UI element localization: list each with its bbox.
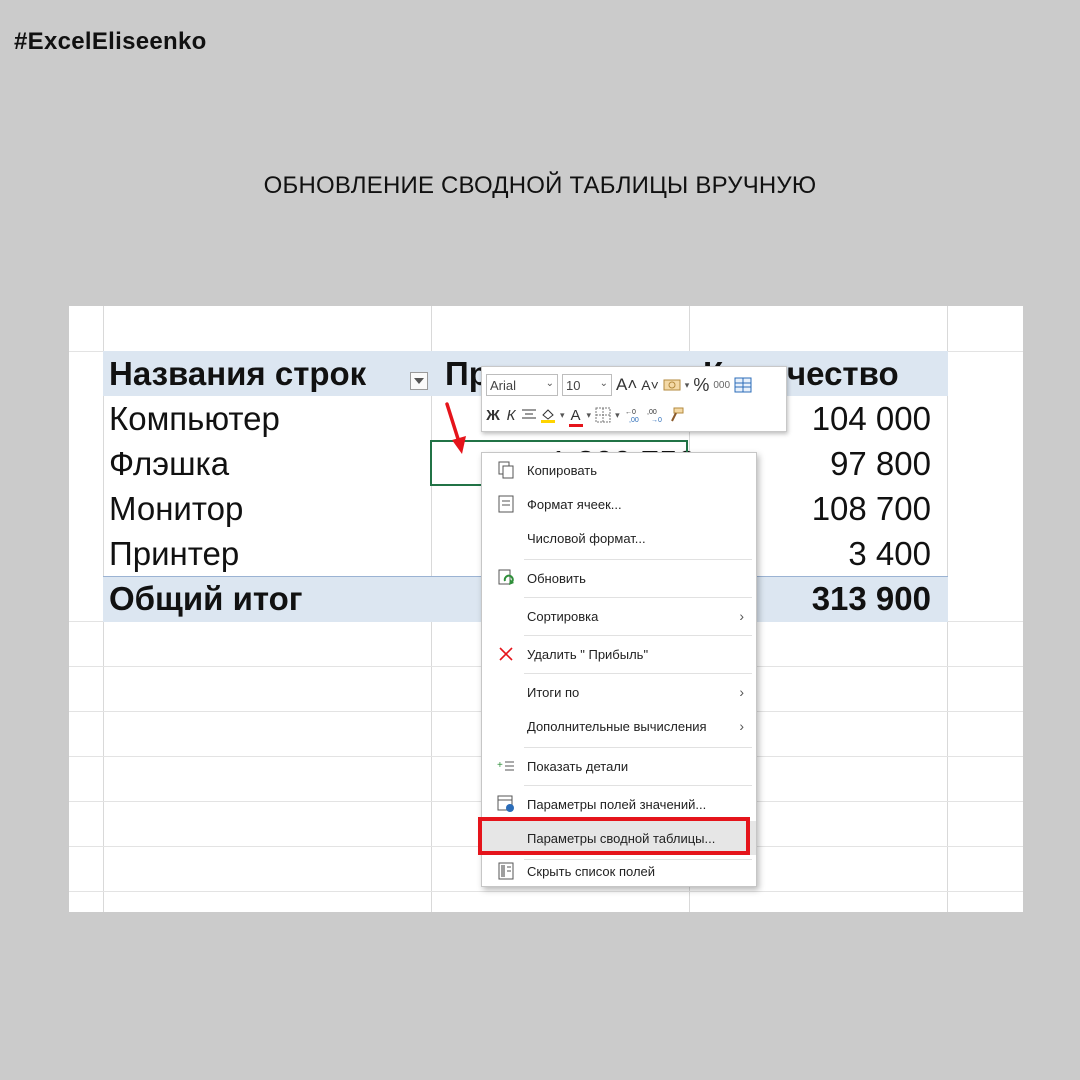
format-table-icon[interactable]: [734, 377, 752, 393]
menu-item-refresh[interactable]: Обновить: [482, 561, 756, 595]
menu-item-label: Скрыть список полей: [527, 863, 656, 879]
chevron-right-icon: ›: [739, 608, 744, 624]
svg-text:←0: ←0: [625, 409, 636, 416]
svg-text:,00: ,00: [647, 409, 657, 416]
menu-item-label: Итоги по: [527, 684, 580, 700]
font-color-icon[interactable]: А: [568, 406, 583, 427]
menu-item-hide-field-list[interactable]: Скрыть список полей: [482, 854, 756, 888]
menu-item-sort[interactable]: Сортировка ›: [482, 599, 756, 633]
currency-format-icon[interactable]: [663, 378, 681, 392]
chevron-down-icon: [414, 378, 424, 384]
menu-item-show-details[interactable]: + Показать детали: [482, 749, 756, 783]
row-label[interactable]: Флэшка: [109, 441, 229, 486]
menu-separator: [524, 785, 752, 786]
field-settings-icon: [496, 794, 516, 814]
menu-separator: [524, 673, 752, 674]
quantity-header-tail: чество: [787, 355, 899, 392]
menu-separator: [524, 559, 752, 560]
menu-item-delete-field[interactable]: Удалить " Прибыль": [482, 637, 756, 671]
context-menu: Копировать Формат ячеек... Числовой форм…: [478, 452, 757, 888]
menu-separator: [524, 635, 752, 636]
borders-icon[interactable]: [595, 407, 611, 423]
chevron-down-icon: ⌄: [545, 378, 554, 389]
font-name-combo[interactable]: Arial ⌄: [486, 374, 558, 396]
chevron-down-icon[interactable]: ▾: [615, 410, 620, 421]
red-highlight-box: [478, 817, 750, 855]
row-label[interactable]: Компьютер: [109, 396, 280, 441]
chevron-down-icon[interactable]: ▾: [685, 380, 690, 391]
menu-item-format-cells[interactable]: Формат ячеек...: [482, 487, 756, 521]
chevron-down-icon[interactable]: ▾: [560, 410, 565, 421]
menu-separator: [524, 747, 752, 748]
menu-item-label: Копировать: [527, 462, 597, 478]
chevron-down-icon: ⌄: [599, 378, 608, 389]
red-arrow-pointer: [445, 402, 466, 454]
fill-color-icon[interactable]: [540, 407, 556, 423]
italic-icon[interactable]: К: [504, 407, 518, 424]
field-list-icon: [496, 861, 516, 881]
menu-separator: [524, 597, 752, 598]
menu-item-copy[interactable]: Копировать: [482, 453, 756, 487]
bold-icon[interactable]: Ж: [486, 407, 500, 424]
percent-icon[interactable]: %: [693, 375, 709, 396]
menu-item-label: Параметры полей значений...: [527, 796, 707, 812]
copy-icon: [496, 460, 516, 480]
align-center-icon[interactable]: [522, 409, 536, 421]
refresh-icon: [496, 568, 516, 588]
shrink-font-icon[interactable]: A˅: [641, 377, 659, 393]
font-name-value: Arial: [490, 377, 517, 393]
row-label[interactable]: Монитор: [109, 486, 243, 531]
svg-text:→0: →0: [651, 417, 662, 423]
show-details-icon: +: [496, 756, 516, 776]
font-size-combo[interactable]: 10 ⌄: [562, 374, 612, 396]
mini-toolbar: Arial ⌄ 10 ⌄ A˄ A˅ ▾ % 000 Ж К ▾ А ▾ ▾ ←…: [481, 366, 787, 432]
menu-item-label: Формат ячеек...: [527, 496, 622, 512]
filter-dropdown-button[interactable]: [410, 372, 428, 390]
format-painter-icon[interactable]: [668, 407, 684, 423]
chevron-down-icon[interactable]: ▾: [587, 410, 592, 421]
chevron-right-icon: ›: [739, 718, 744, 734]
decrease-decimal-icon[interactable]: ,00 →0: [646, 407, 664, 423]
menu-item-value-field-settings[interactable]: Параметры полей значений...: [482, 787, 756, 821]
page-headline: ОБНОВЛЕНИЕ СВОДНОЙ ТАБЛИЦЫ ВРУЧНУЮ: [263, 172, 817, 199]
format-cells-icon: [496, 494, 516, 514]
menu-item-summarize-by[interactable]: Итоги по ›: [482, 675, 756, 709]
row-label[interactable]: Принтер: [109, 531, 239, 576]
font-size-value: 10: [566, 377, 581, 393]
menu-item-label: Сортировка: [527, 608, 599, 624]
menu-item-label: Обновить: [527, 570, 586, 586]
grow-font-icon[interactable]: A˄: [616, 375, 637, 395]
font-color-letter: А: [570, 406, 581, 424]
spreadsheet[interactable]: Названия строк Пр К чество Компьютер 104…: [69, 306, 1023, 912]
svg-text:+: +: [497, 760, 503, 771]
chevron-right-icon: ›: [739, 684, 744, 700]
row-labels-header[interactable]: Названия строк: [109, 351, 366, 396]
increase-decimal-icon[interactable]: ←0,00: [624, 407, 642, 423]
menu-item-label: Показать детали: [527, 758, 629, 774]
grand-total-label[interactable]: Общий итог: [109, 576, 303, 621]
grid-line: [69, 891, 1023, 892]
menu-item-number-format[interactable]: Числовой формат...: [482, 521, 756, 555]
watermark-hashtag: #ExcelEliseenko: [14, 28, 207, 55]
thousands-separator-icon[interactable]: 000: [713, 380, 730, 391]
menu-item-label: Дополнительные вычисления: [527, 718, 707, 734]
menu-item-show-values-as[interactable]: Дополнительные вычисления ›: [482, 709, 756, 743]
menu-item-label: Удалить " Прибыль": [527, 646, 649, 662]
menu-item-label: Числовой формат...: [527, 530, 646, 546]
delete-x-icon: [496, 644, 516, 664]
svg-text:,00: ,00: [629, 417, 639, 423]
